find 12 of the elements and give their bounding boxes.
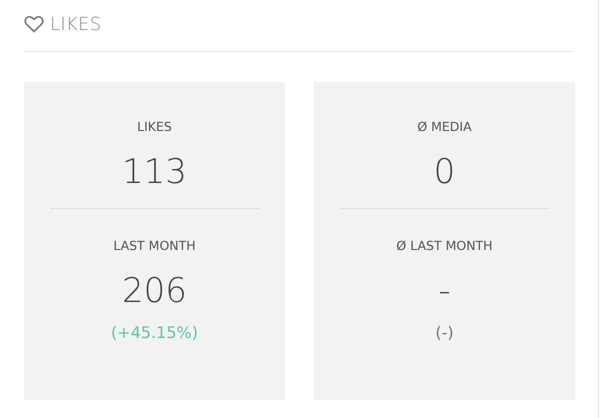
stat-value: 0	[434, 152, 456, 192]
change-percent: (-)	[435, 323, 454, 343]
stat-value: 113	[122, 152, 187, 192]
stat-label: LAST MONTH	[113, 237, 196, 255]
stat-value: -	[438, 271, 451, 311]
stat-label: LIKES	[137, 118, 172, 136]
section-title: LIKES	[50, 12, 102, 36]
change-percent: (+45.15%)	[111, 323, 198, 343]
stat-value: 206	[122, 271, 187, 311]
heart-icon	[24, 15, 44, 33]
stat-label: Ø LAST MONTH	[396, 237, 493, 255]
stat-label: Ø MEDIA	[417, 118, 472, 136]
